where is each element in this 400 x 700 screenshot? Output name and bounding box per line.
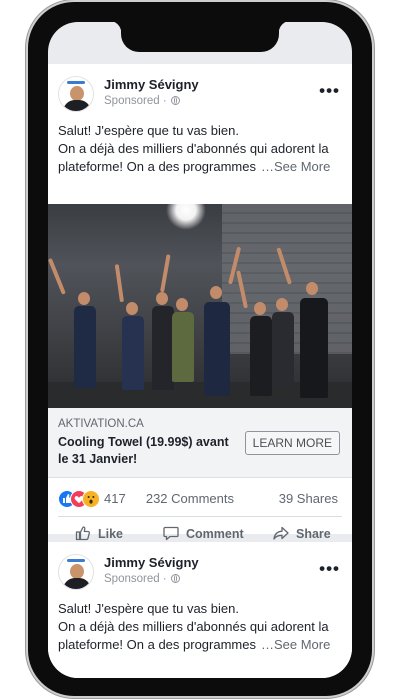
divider xyxy=(58,516,342,517)
sponsored-text: Sponsored · xyxy=(104,573,167,585)
ad-image[interactable] xyxy=(48,204,352,408)
author-name[interactable]: Jimmy Sévigny xyxy=(104,77,199,92)
comment-bubble-icon xyxy=(163,526,179,541)
post-text-line: Salut! J'espère que tu vas bien. xyxy=(58,123,239,138)
share-label: Share xyxy=(296,527,331,541)
sponsored-label: Sponsored · xyxy=(104,95,180,107)
avatar[interactable] xyxy=(58,76,94,112)
globe-icon xyxy=(170,574,180,583)
post-header: Jimmy Sévigny Sponsored · ••• xyxy=(58,554,342,590)
like-label: Like xyxy=(98,527,124,541)
share-button[interactable]: Share xyxy=(272,524,331,544)
post-text-line: Salut! J'espère que tu vas bien. xyxy=(58,601,239,616)
thumbs-up-icon xyxy=(75,526,90,541)
feed-post: Jimmy Sévigny Sponsored · ••• Salut! J'e… xyxy=(48,64,352,541)
comments-count[interactable]: 232 Comments xyxy=(146,491,234,506)
shares-count[interactable]: 39 Shares xyxy=(279,491,338,506)
post-text-line: plateforme! On a des programmes …See More xyxy=(58,637,331,652)
learn-more-button[interactable]: LEARN MORE xyxy=(244,431,340,455)
feed-post: Jimmy Sévigny Sponsored · ••• Salut! J'e… xyxy=(48,542,352,678)
ad-headline: Cooling Towel (19.99$) avant le 31 Janvi… xyxy=(58,435,229,466)
post-header: Jimmy Sévigny Sponsored · ••• xyxy=(58,76,342,112)
comment-label: Comment xyxy=(186,527,244,541)
more-options-icon[interactable]: ••• xyxy=(319,560,340,577)
phone-notch xyxy=(109,22,291,52)
post-text: Salut! J'espère que tu vas bien. On a dé… xyxy=(58,122,348,176)
wow-reaction-icon xyxy=(82,490,100,508)
globe-icon xyxy=(170,96,180,105)
more-options-icon[interactable]: ••• xyxy=(319,82,340,99)
phone-screen: Jimmy Sévigny Sponsored · ••• Salut! J'e… xyxy=(48,22,352,678)
post-stats: 417 232 Comments 39 Shares xyxy=(58,488,342,510)
sponsored-text: Sponsored · xyxy=(104,95,167,107)
see-more-link[interactable]: …See More xyxy=(261,637,330,652)
ad-cta-bar[interactable]: AKTIVATION.CA Cooling Towel (19.99$) ava… xyxy=(48,408,352,478)
avatar[interactable] xyxy=(58,554,94,590)
sponsored-label: Sponsored · xyxy=(104,573,180,585)
ad-site-url: AKTIVATION.CA xyxy=(58,418,144,430)
comment-button[interactable]: Comment xyxy=(162,524,244,544)
post-text-line: On a déjà des milliers d'abonnés qui ado… xyxy=(58,619,329,634)
share-arrow-icon xyxy=(273,526,289,540)
post-text: Salut! J'espère que tu vas bien. On a dé… xyxy=(58,600,348,654)
see-more-link[interactable]: …See More xyxy=(261,159,330,174)
reaction-count[interactable]: 417 xyxy=(104,491,126,506)
post-text-line: plateforme! On a des programmes …See More xyxy=(58,159,331,174)
author-name[interactable]: Jimmy Sévigny xyxy=(104,555,199,570)
post-text-line: On a déjà des milliers d'abonnés qui ado… xyxy=(58,141,329,156)
like-button[interactable]: Like xyxy=(74,524,123,544)
